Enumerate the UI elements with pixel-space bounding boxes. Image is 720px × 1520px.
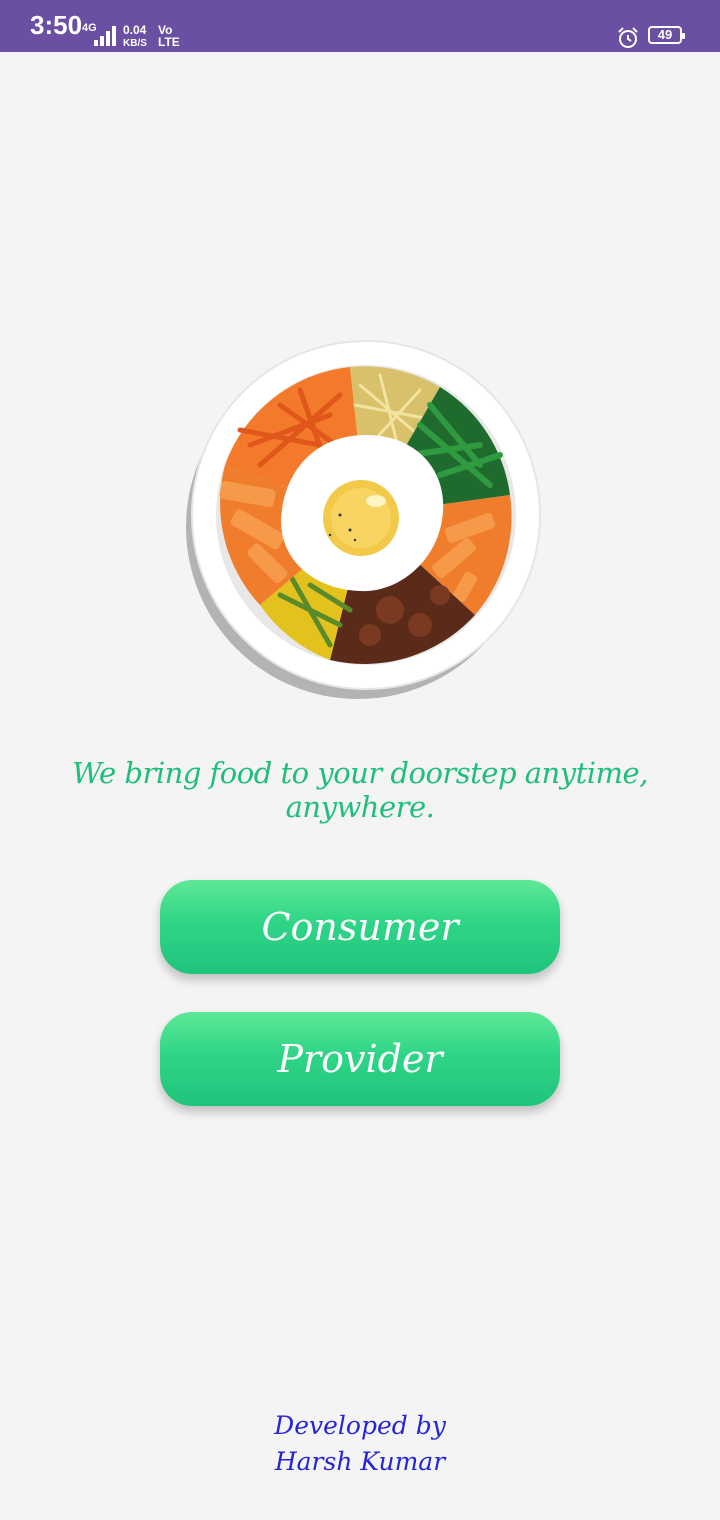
volte-bottom: LTE — [158, 35, 180, 49]
tagline: We bring food to your doorstep anytime, … — [72, 756, 648, 824]
provider-button[interactable]: Provider — [160, 1012, 560, 1106]
bibimbap-bowl-illustration — [186, 340, 541, 699]
alarm-icon — [618, 27, 638, 48]
status-time: 3:50 — [30, 10, 83, 40]
consumer-button[interactable]: Consumer — [160, 880, 560, 974]
battery-indicator: 49 — [648, 26, 685, 44]
status-bar: 3:50 4G 0.04 KB/S Vo LTE 49 — [0, 0, 720, 52]
network-speed: 0.04 KB/S — [123, 24, 147, 50]
credits-line-1: Developed by — [274, 1411, 446, 1440]
speed-unit: KB/S — [123, 38, 147, 49]
developer-credits: Developed by Harsh Kumar — [0, 1408, 720, 1480]
volte-indicator: Vo LTE — [158, 24, 180, 48]
credits-line-2: Harsh Kumar — [274, 1447, 446, 1476]
signal-icon — [94, 26, 116, 46]
speed-value: 0.04 — [123, 23, 147, 37]
